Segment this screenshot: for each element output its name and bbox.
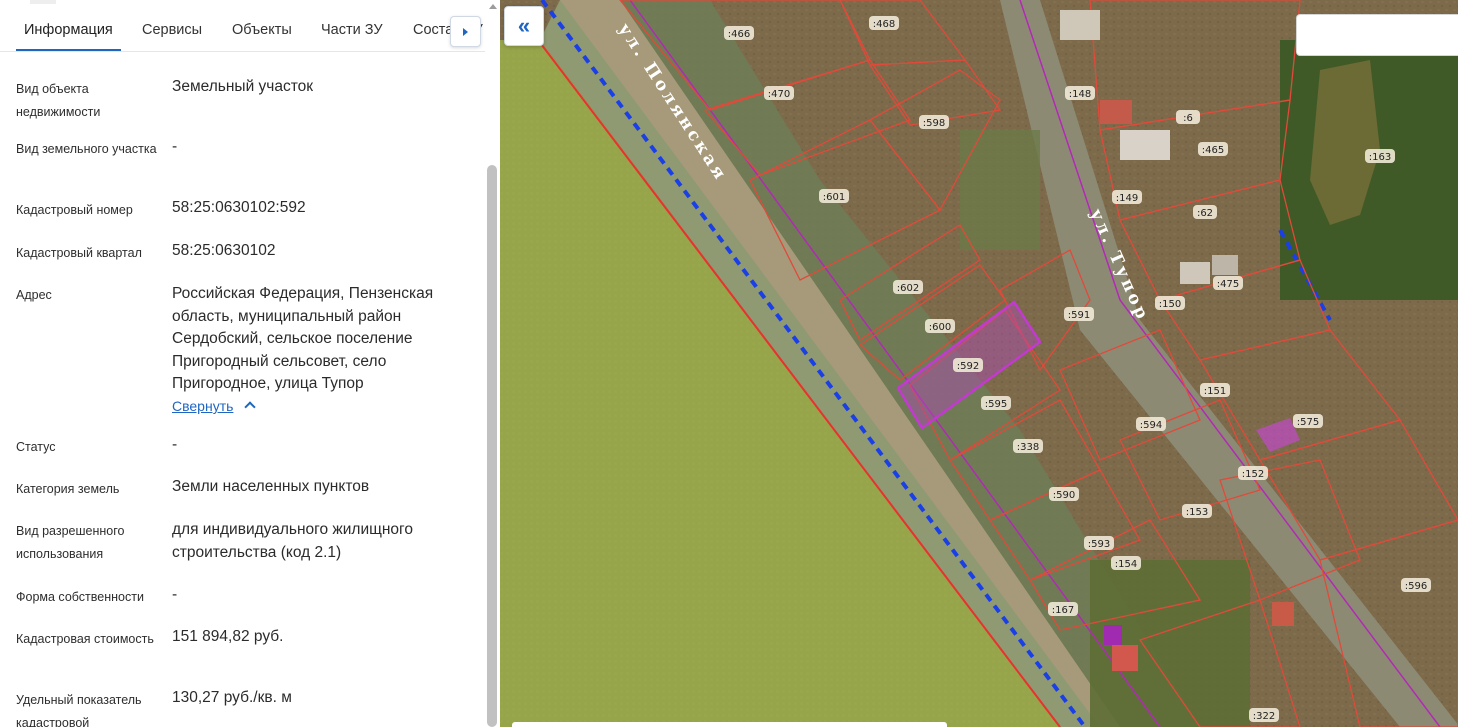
property-label: Вид разрешенного использования <box>16 524 125 561</box>
tabs-scroll-right-button[interactable] <box>450 16 481 47</box>
parcel-label: :596 <box>1405 581 1427 592</box>
parcel-label: :601 <box>823 192 845 203</box>
parcel-label: :150 <box>1159 299 1181 310</box>
parcel-label: :466 <box>728 29 750 40</box>
collapse-panel-button[interactable]: « <box>504 6 544 46</box>
parcel-label: :338 <box>1017 442 1039 453</box>
property-value: - <box>172 436 178 453</box>
property-value: Земельный участок <box>172 78 314 95</box>
parcel-label: :590 <box>1053 490 1075 501</box>
parcel-highlight <box>1104 625 1122 645</box>
property-value: для индивидуального жилищного строительс… <box>172 521 413 561</box>
caret-right-icon <box>463 27 468 36</box>
parcel-label: :595 <box>985 399 1007 410</box>
parcel-label: :475 <box>1217 279 1239 290</box>
parcel-label: :322 <box>1253 711 1275 722</box>
property-value: 130,27 руб./кв. м <box>172 689 292 706</box>
property-label: Адрес <box>16 288 52 302</box>
parcel-label: :149 <box>1116 193 1138 204</box>
parcel-label: :62 <box>1197 208 1213 219</box>
property-label: Статус <box>16 440 56 454</box>
parcel-label: :593 <box>1088 539 1110 550</box>
garden-vegetation <box>960 130 1040 250</box>
info-panel: Информация Сервисы Объекты Части ЗУ Сост… <box>0 0 500 727</box>
property-value: - <box>172 138 178 155</box>
property-label: Вид земельного участка <box>16 142 157 156</box>
property-label: Вид объекта недвижимости <box>16 82 101 119</box>
property-label: Кадастровый квартал <box>16 246 142 260</box>
address-value: Российская Федерация, Пензенская область… <box>172 285 434 392</box>
tab-objects[interactable]: Объекты <box>224 0 300 51</box>
scroll-up-arrow-icon[interactable] <box>489 4 497 9</box>
parcel-label: :6 <box>1183 113 1193 124</box>
property-label: Форма собственности <box>16 590 144 604</box>
parcel-label: :575 <box>1297 417 1319 428</box>
parcel-label: :468 <box>873 19 895 30</box>
parcel-label: :152 <box>1242 469 1264 480</box>
parcel-label: :153 <box>1186 507 1208 518</box>
map-bottom-bar <box>512 722 947 727</box>
property-label: Кадастровый номер <box>16 203 133 217</box>
parcel-label: :600 <box>929 322 951 333</box>
parcel-label: :598 <box>923 118 945 129</box>
parcel-label: :148 <box>1069 89 1091 100</box>
tab-bar: Информация Сервисы Объекты Части ЗУ Сост… <box>0 0 485 52</box>
scrollbar-thumb[interactable] <box>487 165 497 727</box>
chevron-up-icon[interactable] <box>244 401 256 413</box>
cadastral-quarter: 58:25:0630102 <box>172 242 276 259</box>
property-label: Категория земель <box>16 482 120 496</box>
property-label: Кадастровая стоимость <box>16 632 154 646</box>
map-search-input[interactable] <box>1296 14 1458 56</box>
tab-info[interactable]: Информация <box>16 0 121 51</box>
parcel-label: :592 <box>957 361 979 372</box>
double-chevron-left-icon: « <box>517 13 531 38</box>
parcel-label: :163 <box>1369 152 1391 163</box>
parcel-label: :594 <box>1140 420 1162 431</box>
map-canvas[interactable]: ул. Полянская ул. Тупор :466 :468 :470 :… <box>500 0 1458 727</box>
property-value: - <box>172 586 178 603</box>
tab-land-parts[interactable]: Части ЗУ <box>313 0 391 51</box>
cadastral-number: 58:25:0630102:592 <box>172 199 306 216</box>
tab-services[interactable]: Сервисы <box>134 0 210 51</box>
collapse-address-link[interactable]: Свернуть <box>172 398 233 414</box>
cadastral-value: 151 894,82 руб. <box>172 628 284 645</box>
parcel-label: :470 <box>768 89 790 100</box>
parcel-label: :151 <box>1204 386 1226 397</box>
property-value: Земли населенных пунктов <box>172 478 370 495</box>
parcel-label: :591 <box>1068 310 1090 321</box>
parcel-label: :465 <box>1202 145 1224 156</box>
property-label: Удельный показатель кадастровой <box>16 693 142 727</box>
parcel-label: :167 <box>1052 605 1074 616</box>
cadastral-map[interactable]: ул. Полянская ул. Тупор :466 :468 :470 :… <box>500 0 1458 727</box>
properties-list: Вид объекта недвижимости Земельный участ… <box>0 53 485 727</box>
parcel-label: :602 <box>897 283 919 294</box>
parcel-label: :154 <box>1115 559 1137 570</box>
